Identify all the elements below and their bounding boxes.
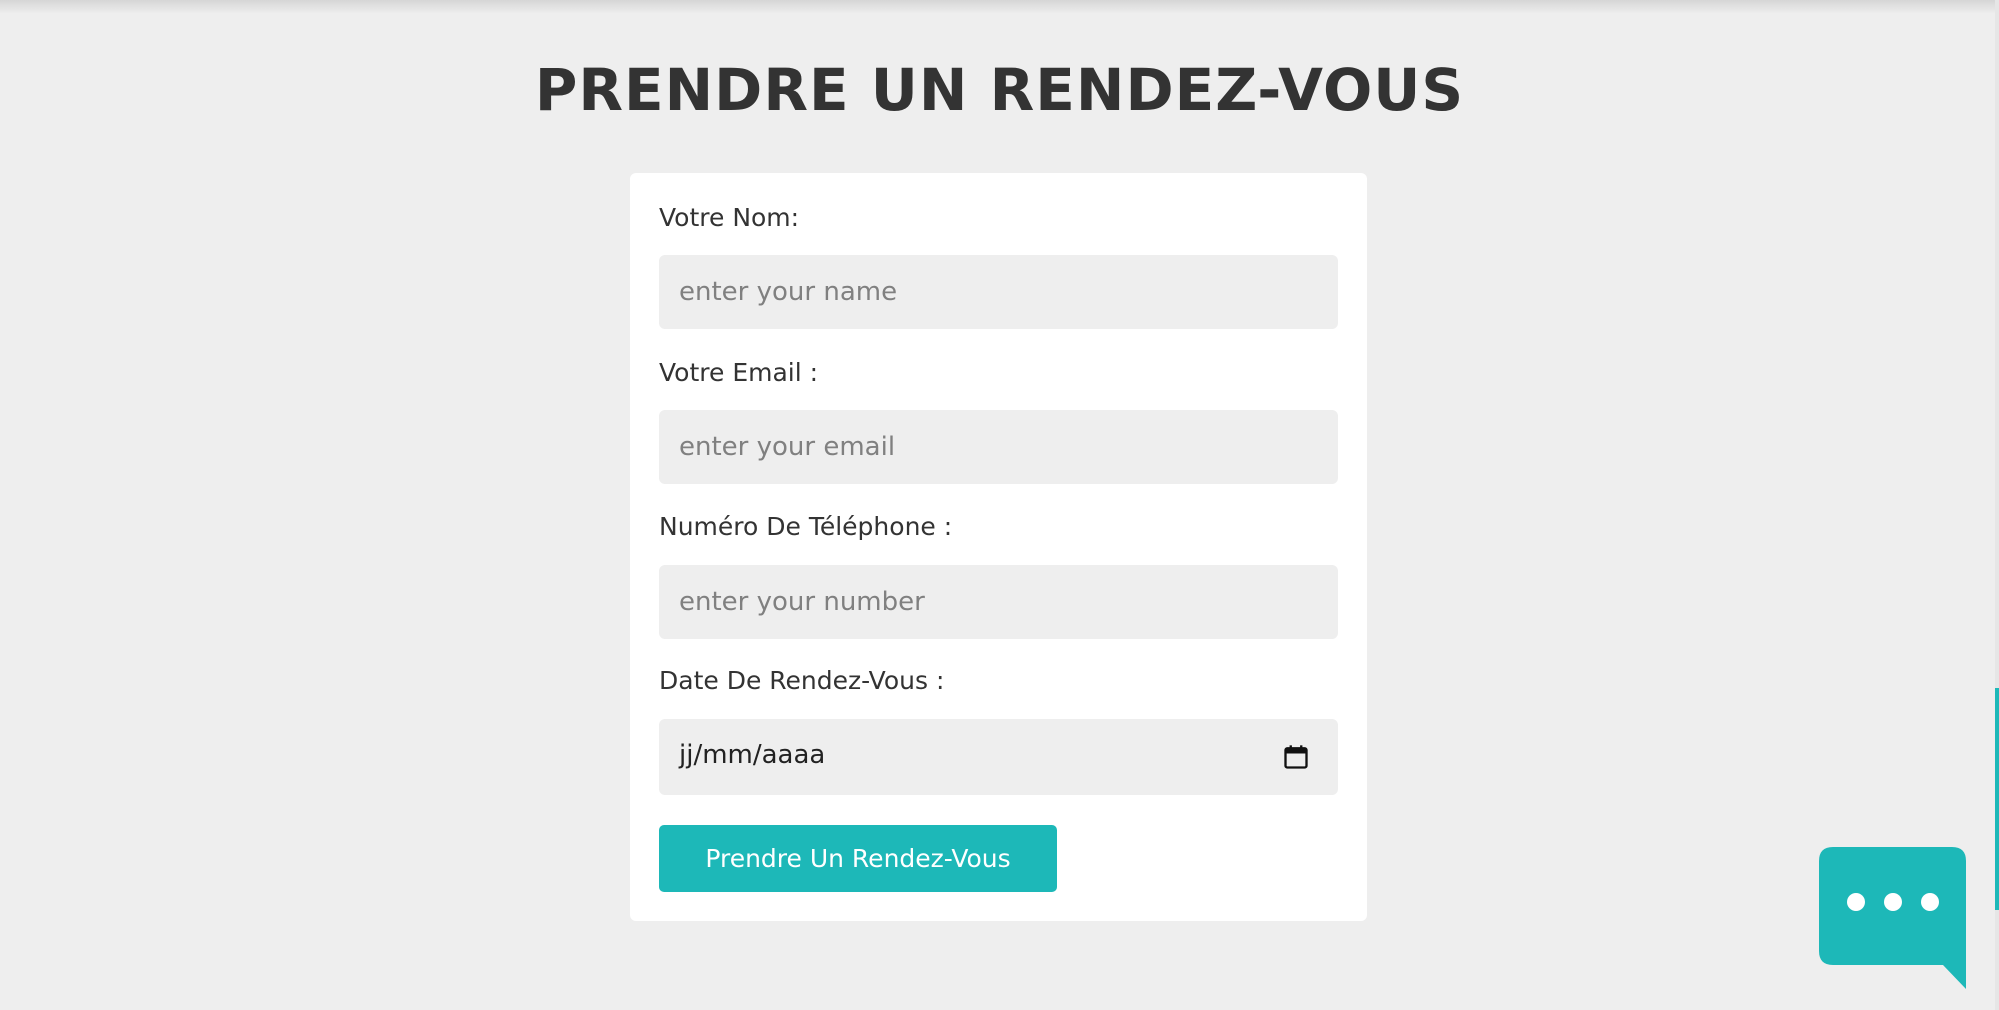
scrollbar-thumb[interactable] xyxy=(1995,688,1999,910)
page-title: PRENDRE UN RENDEZ-VOUS xyxy=(534,56,1465,124)
name-label: Votre Nom: xyxy=(659,203,800,232)
scrollbar[interactable] xyxy=(1995,0,1999,1010)
header-shadow xyxy=(0,0,1999,14)
date-label: Date De Rendez-Vous : xyxy=(659,666,945,695)
appointment-page: PRENDRE UN RENDEZ-VOUS Votre Nom: Votre … xyxy=(0,0,1999,1010)
email-input[interactable] xyxy=(659,410,1338,484)
phone-label: Numéro De Téléphone : xyxy=(659,512,953,541)
date-value: jj/mm/aaaa xyxy=(679,740,826,770)
calendar-icon[interactable] xyxy=(1282,743,1310,771)
chat-bubble-icon[interactable] xyxy=(1819,847,1966,989)
date-input[interactable]: jj/mm/aaaa xyxy=(659,719,1338,795)
email-label: Votre Email : xyxy=(659,358,819,387)
phone-input[interactable] xyxy=(659,565,1338,639)
appointment-form: Votre Nom: Votre Email : Numéro De Télép… xyxy=(630,173,1367,921)
name-input[interactable] xyxy=(659,255,1338,329)
submit-appointment-button[interactable]: Prendre Un Rendez-Vous xyxy=(659,825,1057,892)
